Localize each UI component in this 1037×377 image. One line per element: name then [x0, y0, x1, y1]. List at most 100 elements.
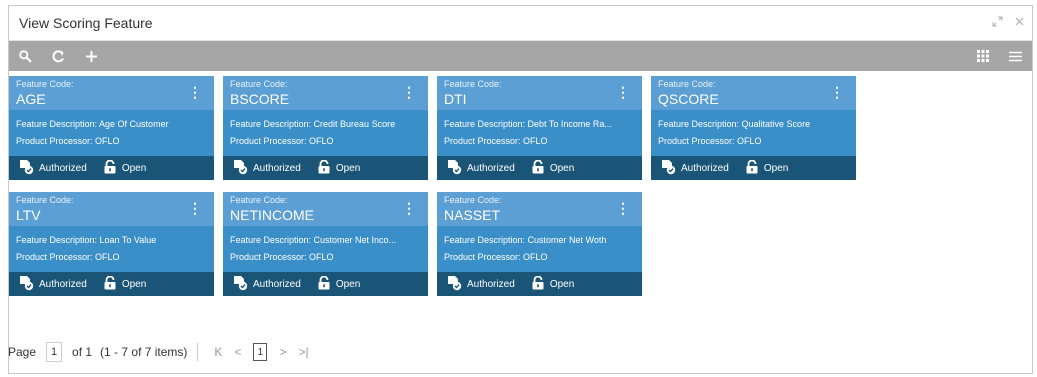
add-icon[interactable] [85, 50, 98, 63]
feature-card-netincome[interactable]: Feature Code: NETINCOME ⋮ Feature Descripti… [223, 192, 428, 296]
current-page-button[interactable]: 1 [253, 343, 268, 361]
unlock-icon [531, 275, 545, 293]
maximize-icon[interactable] [992, 16, 1003, 30]
window: View Scoring Feature [8, 5, 1033, 374]
feature-code-label: Feature Code: [444, 79, 502, 89]
feature-code-label: Feature Code: [658, 79, 716, 89]
title-bar: View Scoring Feature [9, 6, 1032, 41]
card-footer: Authorized Open [223, 156, 428, 180]
feature-card-dti[interactable]: Feature Code: DTI ⋮ Feature Description: De… [437, 76, 642, 180]
feature-code-value: DTI [444, 91, 467, 107]
close-icon[interactable] [1015, 17, 1024, 29]
feature-code-label: Feature Code: [230, 195, 288, 205]
list-view-icon[interactable] [1009, 51, 1022, 62]
authorized-icon [18, 275, 34, 294]
next-page-icon[interactable]: > [279, 345, 286, 359]
card-body: Feature Description: Qualitative Score Pr… [651, 110, 856, 156]
product-processor: Product Processor: OFLO [444, 136, 548, 146]
more-options-icon[interactable]: ⋮ [188, 201, 202, 215]
record-status: Open [549, 278, 575, 290]
first-page-icon[interactable]: K [214, 345, 222, 359]
authorization-status: Authorized [39, 278, 87, 290]
feature-card-ltv[interactable]: Feature Code: LTV ⋮ Feature Description: Lo… [9, 192, 214, 296]
unlock-icon [317, 159, 331, 177]
more-options-icon[interactable]: ⋮ [616, 201, 630, 215]
prev-page-icon[interactable]: < [234, 345, 241, 359]
feature-description: Feature Description: Age Of Customer [16, 119, 169, 129]
feature-code-value: AGE [16, 91, 46, 107]
record-status: Open [549, 162, 575, 174]
unlock-icon [103, 275, 117, 293]
feature-description: Feature Description: Qualitative Score [658, 119, 811, 129]
feature-code-value: BSCORE [230, 91, 290, 107]
page-input[interactable]: 1 [46, 342, 63, 362]
card-footer: Authorized Open [651, 156, 856, 180]
feature-code-label: Feature Code: [16, 79, 74, 89]
authorization-status: Authorized [681, 162, 729, 174]
card-body: Feature Description: Credit Bureau Score… [223, 110, 428, 156]
page-label: Page [8, 345, 37, 359]
card-footer: Authorized Open [9, 156, 214, 180]
product-processor: Product Processor: OFLO [16, 252, 120, 262]
feature-card-nasset[interactable]: Feature Code: NASSET ⋮ Feature Description:… [437, 192, 642, 296]
more-options-icon[interactable]: ⋮ [616, 85, 630, 99]
card-footer: Authorized Open [437, 272, 642, 296]
feature-description: Feature Description: Customer Net Woth [444, 235, 607, 245]
refresh-icon[interactable] [52, 49, 65, 63]
search-icon[interactable] [19, 49, 32, 63]
more-options-icon[interactable]: ⋮ [830, 85, 844, 99]
feature-code-value: QSCORE [658, 91, 719, 107]
page-of-total: of 1 [72, 345, 93, 359]
product-processor: Product Processor: OFLO [230, 136, 334, 146]
feature-code-value: NASSET [444, 207, 501, 223]
feature-card-qscore[interactable]: Feature Code: QSCORE ⋮ Feature Description:… [651, 76, 856, 180]
feature-card-bscore[interactable]: Feature Code: BSCORE ⋮ Feature Description:… [223, 76, 428, 180]
unlock-icon [531, 159, 545, 177]
card-body: Feature Description: Debt To Income Ra..… [437, 110, 642, 156]
card-header: Feature Code: LTV ⋮ [9, 192, 214, 226]
last-page-icon[interactable]: >| [298, 345, 308, 359]
toolbar [9, 41, 1032, 71]
record-status: Open [335, 278, 361, 290]
card-body: Feature Description: Age Of Customer Prod… [9, 110, 214, 156]
window-controls [992, 16, 1024, 30]
more-options-icon[interactable]: ⋮ [402, 201, 416, 215]
record-status: Open [763, 162, 789, 174]
card-footer: Authorized Open [223, 272, 428, 296]
product-processor: Product Processor: OFLO [230, 252, 334, 262]
authorized-icon [446, 159, 462, 178]
feature-code-label: Feature Code: [444, 195, 502, 205]
authorized-icon [232, 159, 248, 178]
feature-description: Feature Description: Debt To Income Ra..… [444, 119, 612, 129]
card-footer: Authorized Open [437, 156, 642, 180]
card-body: Feature Description: Loan To Value Produc… [9, 226, 214, 272]
feature-card-age[interactable]: Feature Code: AGE ⋮ Feature Description: Ag… [9, 76, 214, 180]
more-options-icon[interactable]: ⋮ [402, 85, 416, 99]
feature-code-label: Feature Code: [230, 79, 288, 89]
card-body: Feature Description: Customer Net Inco..… [223, 226, 428, 272]
window-title: View Scoring Feature [19, 15, 153, 31]
feature-description: Feature Description: Loan To Value [16, 235, 157, 245]
record-status: Open [121, 278, 147, 290]
unlock-icon [103, 159, 117, 177]
card-body: Feature Description: Customer Net Woth Pr… [437, 226, 642, 272]
authorized-icon [18, 159, 34, 178]
feature-code-value: NETINCOME [230, 207, 314, 223]
feature-description: Feature Description: Customer Net Inco..… [230, 235, 397, 245]
feature-code-value: LTV [16, 207, 41, 223]
pagination: Page 1 of 1 (1 - 7 of 7 items) K < 1 > >… [8, 342, 315, 362]
card-header: Feature Code: QSCORE ⋮ [651, 76, 856, 110]
authorization-status: Authorized [253, 162, 301, 174]
feature-code-label: Feature Code: [16, 195, 74, 205]
card-header: Feature Code: NASSET ⋮ [437, 192, 642, 226]
product-processor: Product Processor: OFLO [16, 136, 120, 146]
authorization-status: Authorized [39, 162, 87, 174]
more-options-icon[interactable]: ⋮ [188, 85, 202, 99]
record-status: Open [335, 162, 361, 174]
authorized-icon [446, 275, 462, 294]
authorization-status: Authorized [467, 278, 515, 290]
card-header: Feature Code: DTI ⋮ [437, 76, 642, 110]
product-processor: Product Processor: OFLO [444, 252, 548, 262]
grid-view-icon[interactable] [977, 50, 989, 62]
card-header: Feature Code: BSCORE ⋮ [223, 76, 428, 110]
